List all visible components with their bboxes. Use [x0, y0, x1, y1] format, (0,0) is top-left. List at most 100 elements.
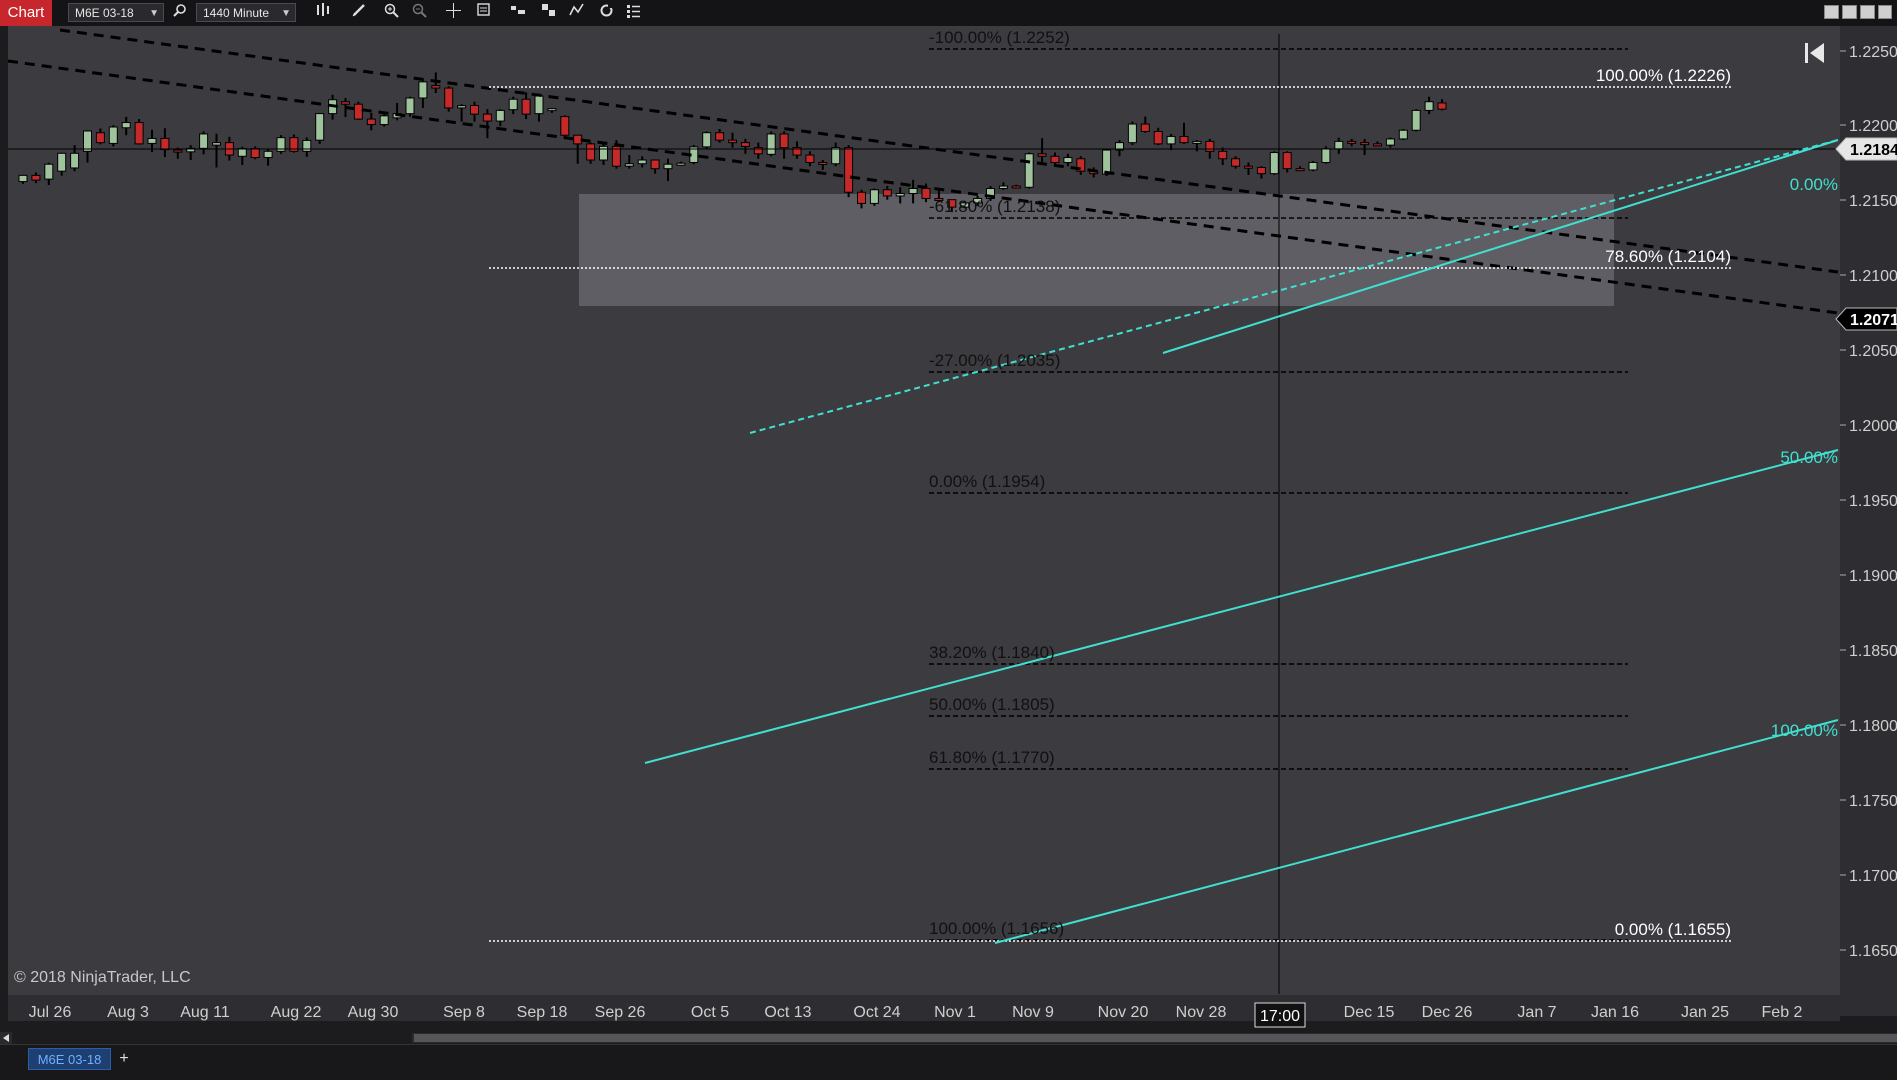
- pencil-icon[interactable]: [349, 3, 369, 23]
- chart-tab[interactable]: Chart: [0, 0, 52, 26]
- time-axis-label: Nov 9: [1012, 1004, 1054, 1021]
- highlight-zone[interactable]: [579, 194, 1614, 306]
- candle-body: [1153, 130, 1163, 145]
- add-tab-button[interactable]: +: [114, 1048, 134, 1070]
- candle-body: [1437, 102, 1447, 110]
- candle: [108, 125, 118, 147]
- price-chart[interactable]: -100.00% (1.2252) -61.80% (1.2138) -27.00%…: [0, 26, 1897, 1044]
- indicator-icon[interactable]: [539, 3, 559, 23]
- candle-body: [1063, 157, 1073, 163]
- price-tick-label: 1.2000: [1849, 418, 1897, 435]
- candle-body: [237, 148, 247, 157]
- close-button[interactable]: [1878, 5, 1892, 19]
- crosshair-time-marker: 17:00: [1254, 1002, 1306, 1028]
- candle-body: [83, 130, 92, 152]
- svg-text:1.2184: 1.2184: [1850, 142, 1897, 159]
- fib-extension-label: 61.80% (1.1770): [929, 748, 1055, 767]
- candle-body: [1140, 123, 1150, 132]
- refresh-icon[interactable]: [596, 3, 616, 23]
- bars-icon[interactable]: [313, 3, 333, 23]
- maximize-button[interactable]: [1860, 5, 1875, 19]
- instrument-value: M6E 03-18: [75, 6, 134, 20]
- instrument-selector[interactable]: M6E 03-18 ▼: [68, 3, 164, 22]
- candle: [276, 135, 286, 154]
- candle-body: [1102, 149, 1112, 175]
- candle-body: [1011, 185, 1021, 189]
- candle-body: [44, 163, 54, 180]
- price-tick-label: 1.1650: [1849, 943, 1897, 960]
- restore-button[interactable]: [1842, 5, 1857, 19]
- time-axis-label: Oct 24: [853, 1004, 900, 1021]
- time-axis-label: Sep 18: [517, 1004, 568, 1021]
- scrollbar-thumb[interactable]: [414, 1034, 1897, 1042]
- price-marker-last: 1.2071: [1835, 307, 1897, 331]
- candle-body: [315, 113, 325, 141]
- candle-body: [1411, 109, 1421, 131]
- chart-panel[interactable]: [8, 26, 1840, 995]
- time-axis-label: Oct 13: [764, 1004, 811, 1021]
- candle-body: [1347, 140, 1357, 144]
- candle-body: [1127, 123, 1137, 144]
- candle-body: [199, 133, 209, 149]
- search-icon[interactable]: [170, 3, 190, 23]
- price-tick-label: 1.1800: [1849, 718, 1897, 735]
- candle-body: [1334, 140, 1344, 150]
- bottom-bar: M6E 03-18 +: [0, 1044, 1897, 1080]
- zoom-out-icon[interactable]: [409, 3, 429, 23]
- candle-body: [508, 98, 518, 111]
- channel-label: 0.00%: [1790, 175, 1838, 194]
- time-axis-label: Jan 16: [1591, 1004, 1639, 1021]
- interval-value: 1440 Minute: [203, 6, 270, 20]
- candle-body: [547, 108, 557, 112]
- time-axis-label: Aug 11: [180, 1004, 230, 1021]
- candle-body: [95, 132, 105, 144]
- strategy-icon[interactable]: [508, 3, 528, 23]
- fib-extension-label: -61.80% (1.2138): [929, 197, 1060, 216]
- price-tick-label: 1.1900: [1849, 568, 1897, 585]
- fib-extension-label: -100.00% (1.2252): [929, 28, 1070, 47]
- candle: [353, 101, 363, 120]
- candle-body: [857, 191, 866, 204]
- channel-label: 100.00%: [1771, 721, 1838, 740]
- candle-body: [1385, 138, 1395, 146]
- candle-body: [1282, 152, 1292, 170]
- candle-body: [431, 85, 441, 89]
- fib-extension-label: 38.20% (1.1840): [929, 643, 1055, 662]
- sheet-tab[interactable]: M6E 03-18: [28, 1048, 111, 1070]
- data-box-icon[interactable]: [474, 3, 494, 23]
- candle-body: [1308, 161, 1318, 171]
- crosshair-icon[interactable]: [443, 3, 463, 23]
- candle-body: [1398, 129, 1408, 140]
- price-tick-label: 1.2200: [1849, 118, 1897, 135]
- candle-body: [1269, 152, 1279, 175]
- time-axis-label: Aug 30: [348, 1004, 399, 1021]
- price-tick-label: 1.2100: [1849, 268, 1897, 285]
- fib-extension-label: -27.00% (1.2035): [929, 351, 1060, 370]
- chevron-down-icon: ▼: [281, 8, 291, 19]
- candle-body: [844, 147, 854, 193]
- price-tick-label: 1.1750: [1849, 793, 1897, 810]
- candle: [444, 86, 454, 112]
- candle-body: [766, 133, 776, 155]
- zoom-in-icon[interactable]: [381, 3, 401, 23]
- candle-body: [121, 122, 131, 129]
- candle-body: [882, 189, 892, 197]
- price-tick-label: 1.1700: [1849, 868, 1897, 885]
- candle: [134, 119, 144, 145]
- candle-body: [173, 149, 183, 153]
- drawing-tools-icon[interactable]: [567, 3, 587, 23]
- candle-body: [405, 97, 415, 115]
- candle-body: [1360, 142, 1370, 146]
- price-marker-upper: 1.2184: [1835, 137, 1897, 161]
- interval-selector[interactable]: 1440 Minute ▼: [196, 3, 296, 22]
- properties-icon[interactable]: [623, 3, 643, 23]
- candle-body: [573, 134, 583, 145]
- channel-label: 50.00%: [1780, 448, 1838, 467]
- time-axis-label: Aug 3: [107, 1004, 149, 1021]
- minimize-button[interactable]: [1824, 5, 1839, 19]
- candle-body: [1424, 101, 1434, 111]
- time-axis-label: Nov 20: [1098, 1004, 1149, 1021]
- candle-body: [895, 192, 905, 197]
- candle-body: [1321, 148, 1331, 163]
- candle-body: [250, 148, 260, 159]
